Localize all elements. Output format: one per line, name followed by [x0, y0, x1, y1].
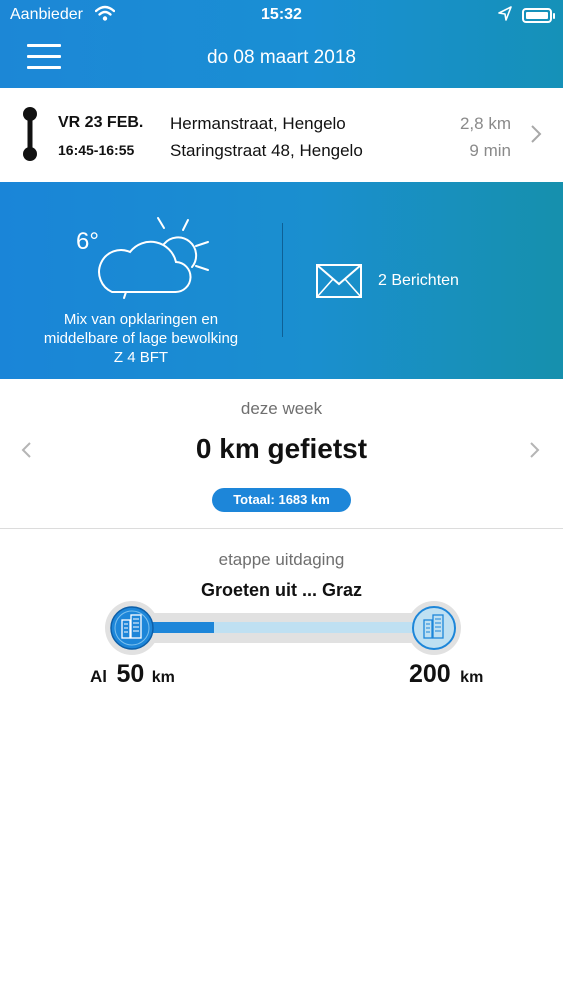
challenge-start-km: Al 50 km: [90, 660, 175, 689]
start-prefix: Al: [90, 667, 107, 686]
end-value: 200: [409, 660, 451, 688]
temperature: 6°: [76, 228, 99, 255]
total-badge: Totaal: 1683 km: [212, 488, 351, 512]
challenge-label: etappe uitdaging: [218, 550, 345, 569]
messages-label: 2 Berichten: [378, 272, 459, 289]
progress-fill: [144, 622, 214, 633]
week-km-cycled: 0 km gefietst: [195, 433, 368, 464]
trip-time-range: 16:45-16:55: [58, 142, 135, 158]
weather-description: Mix van opklaringen en middelbare of lag…: [30, 310, 252, 367]
start-city-icon: [110, 606, 154, 650]
trip-to: Staringstraat 48, Hengelo: [170, 141, 363, 160]
envelope-icon: [316, 264, 362, 298]
location-arrow-icon: [498, 6, 512, 21]
route-icon: [23, 107, 37, 161]
messages-button[interactable]: 2 Berichten: [312, 260, 502, 300]
panel-divider: [282, 223, 283, 337]
status-bar: Aanbieder 15:32: [0, 0, 563, 30]
challenge-title: Groeten uit ... Graz: [200, 580, 363, 600]
weather-text: Mix van opklaringen en middelbare of lag…: [43, 311, 239, 347]
trip-distance: 2,8 km: [459, 114, 511, 133]
trip-row[interactable]: VR 23 FEB. 16:45-16:55 Hermanstraat, Hen…: [0, 88, 563, 182]
chevron-right-icon: [531, 125, 542, 143]
start-value: 50: [116, 660, 145, 688]
challenge-end-km: 200 km: [409, 660, 483, 689]
end-city-icon: [412, 606, 456, 650]
trip-duration: 9 min: [469, 141, 511, 160]
section-divider: [0, 528, 563, 529]
challenge-progress: [105, 601, 461, 655]
wind-text: Z 4 BFT: [113, 349, 169, 366]
end-unit: km: [460, 669, 484, 686]
chevron-right-icon[interactable]: [529, 441, 541, 459]
status-time: 15:32: [261, 6, 302, 23]
partly-cloudy-icon: [98, 217, 209, 299]
date-title: do 08 maart 2018: [207, 47, 356, 68]
start-unit: km: [151, 669, 175, 686]
trip-from: Hermanstraat, Hengelo: [170, 114, 346, 133]
battery-icon: [522, 8, 555, 23]
week-label: deze week: [240, 399, 323, 418]
trip-date: VR 23 FEB.: [58, 114, 144, 131]
top-bar: Aanbieder 15:32 do 08 maart 2018: [0, 0, 563, 88]
